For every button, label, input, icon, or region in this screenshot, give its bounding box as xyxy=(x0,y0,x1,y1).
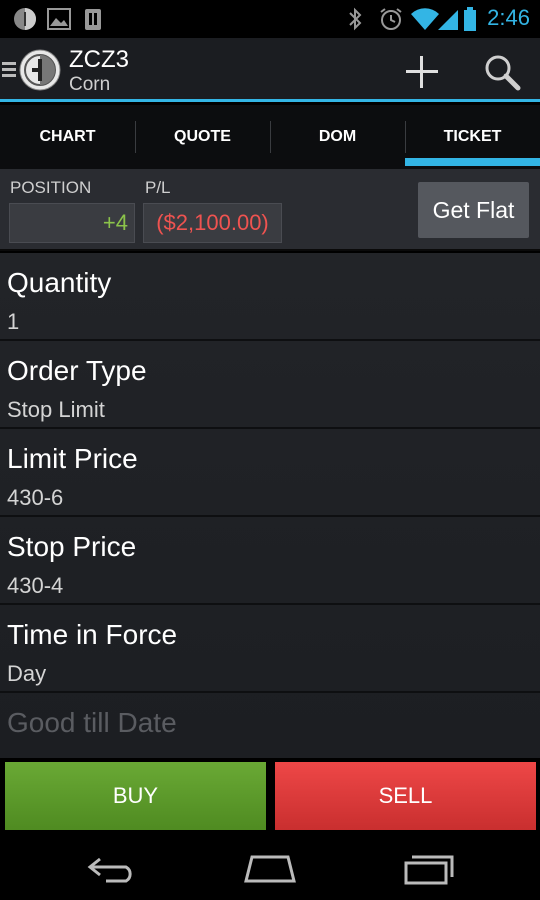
position-value: +4 xyxy=(9,203,135,243)
sell-button[interactable]: SELL xyxy=(275,762,536,830)
battery-icon xyxy=(464,7,476,31)
app-icon xyxy=(14,8,36,30)
bluetooth-icon xyxy=(349,7,362,31)
status-bar: 2:46 xyxy=(0,0,540,38)
get-flat-button[interactable]: Get Flat xyxy=(418,182,529,238)
alarm-icon xyxy=(380,8,402,30)
time-in-force-field[interactable]: Time in Force Day xyxy=(0,605,540,693)
system-nav-bar xyxy=(0,834,540,900)
pl-label: P/L xyxy=(145,178,171,197)
instrument-name: Corn xyxy=(69,74,111,95)
app-logo-icon[interactable] xyxy=(19,49,61,91)
field-value: Stop Limit xyxy=(7,397,105,422)
home-icon[interactable] xyxy=(242,851,298,885)
field-label: Time in Force xyxy=(7,619,178,650)
good-till-date-field: Good till Date xyxy=(0,693,540,758)
action-bar: ZCZ3 Corn xyxy=(0,38,540,102)
menu-icon[interactable] xyxy=(2,62,16,80)
field-label: Quantity xyxy=(7,267,112,298)
tab-chart[interactable]: CHART xyxy=(0,105,135,169)
field-value: 430-4 xyxy=(7,573,64,598)
tab-quote[interactable]: QUOTE xyxy=(135,105,270,169)
quantity-field[interactable]: Quantity 1 xyxy=(0,253,540,341)
recent-apps-icon[interactable] xyxy=(402,851,456,885)
field-label: Limit Price xyxy=(7,443,138,474)
search-icon[interactable] xyxy=(482,52,522,92)
field-value: 1 xyxy=(7,309,20,334)
clipboard-icon xyxy=(85,9,101,30)
plus-icon[interactable] xyxy=(402,52,442,92)
field-label: Good till Date xyxy=(7,707,177,738)
position-label: POSITION xyxy=(10,178,92,197)
limit-price-field[interactable]: Limit Price 430-6 xyxy=(0,429,540,517)
clock: 2:46 xyxy=(487,5,530,30)
tab-dom[interactable]: DOM xyxy=(270,105,405,169)
order-type-field[interactable]: Order Type Stop Limit xyxy=(0,341,540,429)
field-label: Order Type xyxy=(7,355,147,386)
trade-actions: BUY SELL xyxy=(0,758,540,834)
pl-value: ($2,100.00) xyxy=(143,203,282,243)
stop-price-field[interactable]: Stop Price 430-4 xyxy=(0,517,540,605)
signal-icon xyxy=(438,10,458,30)
back-icon[interactable] xyxy=(86,851,140,885)
tab-selected-indicator xyxy=(405,158,540,166)
field-label: Stop Price xyxy=(7,531,137,562)
image-icon xyxy=(47,8,71,30)
buy-button[interactable]: BUY xyxy=(5,762,266,830)
field-value: 430-6 xyxy=(7,485,64,510)
instrument-symbol: ZCZ3 xyxy=(69,46,129,73)
field-value: Day xyxy=(7,661,47,686)
order-form: Quantity 1 Order Type Stop Limit Limit P… xyxy=(0,253,540,758)
